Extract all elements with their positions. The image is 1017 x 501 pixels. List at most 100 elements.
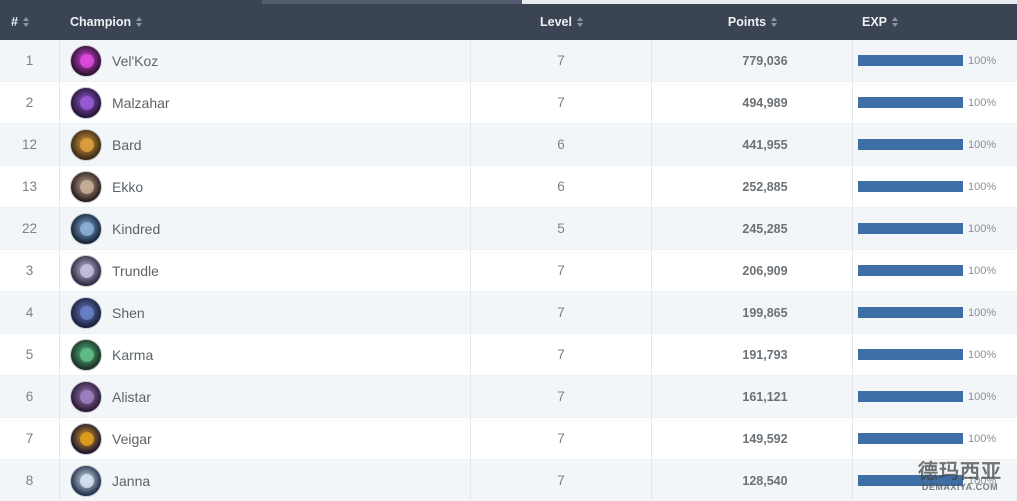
table-row[interactable]: 8 Janna 7 128,540 100% xyxy=(0,460,1017,501)
rank-cell: 22 xyxy=(0,208,60,249)
exp-progress-bar xyxy=(858,391,963,402)
exp-cell: 100% xyxy=(853,334,1017,375)
champion-name[interactable]: Kindred xyxy=(112,221,160,237)
rank-cell: 2 xyxy=(0,82,60,123)
exp-percent: 100% xyxy=(968,432,997,445)
champion-cell[interactable]: Malzahar xyxy=(60,82,471,123)
points-cell: 128,540 xyxy=(652,460,853,501)
table-row[interactable]: 7 Veigar 7 149,592 100% xyxy=(0,418,1017,460)
rank-cell: 5 xyxy=(0,334,60,375)
exp-percent: 100% xyxy=(968,306,997,319)
champion-name[interactable]: Janna xyxy=(112,473,150,489)
champion-name[interactable]: Bard xyxy=(112,137,142,153)
exp-progress-fill xyxy=(858,97,963,108)
exp-progress-fill xyxy=(858,391,963,402)
column-header-points[interactable]: Points xyxy=(652,4,853,40)
champion-name[interactable]: Karma xyxy=(112,347,153,363)
champion-mastery-table: # Champion Level Points EXP 1 Vel'Koz 7 … xyxy=(0,4,1017,501)
column-header-rank[interactable]: # xyxy=(0,4,60,40)
champion-name[interactable]: Veigar xyxy=(112,431,152,447)
exp-progress-fill xyxy=(858,265,963,276)
table-row[interactable]: 2 Malzahar 7 494,989 100% xyxy=(0,82,1017,124)
exp-progress-bar xyxy=(858,223,963,234)
exp-progress-bar xyxy=(858,181,963,192)
column-header-exp-label: EXP xyxy=(862,15,888,29)
sort-icon[interactable] xyxy=(136,17,143,27)
level-cell: 7 xyxy=(471,40,652,81)
champion-cell[interactable]: Janna xyxy=(60,460,471,501)
champion-avatar[interactable] xyxy=(70,212,102,245)
column-header-level[interactable]: Level xyxy=(471,4,652,40)
exp-progress-fill xyxy=(858,223,963,234)
champion-avatar[interactable] xyxy=(70,170,102,203)
champion-cell[interactable]: Karma xyxy=(60,334,471,375)
column-header-champion-label: Champion xyxy=(70,15,132,29)
avatar-glow xyxy=(80,137,94,152)
champion-avatar[interactable] xyxy=(70,86,102,119)
column-header-exp[interactable]: EXP xyxy=(853,4,1017,40)
exp-percent: 100% xyxy=(968,390,997,403)
champion-avatar[interactable] xyxy=(70,338,102,371)
watermark-title: 德玛西亚 xyxy=(918,459,1002,483)
champion-avatar[interactable] xyxy=(70,422,102,455)
champion-name[interactable]: Vel'Koz xyxy=(112,53,158,69)
champion-name[interactable]: Ekko xyxy=(112,179,143,195)
level-cell: 7 xyxy=(471,250,652,291)
table-row[interactable]: 1 Vel'Koz 7 779,036 100% xyxy=(0,40,1017,82)
champion-name[interactable]: Trundle xyxy=(112,263,159,279)
column-header-champion[interactable]: Champion xyxy=(60,4,471,40)
sort-icon[interactable] xyxy=(771,17,778,27)
level-cell: 7 xyxy=(471,292,652,333)
table-row[interactable]: 22 Kindred 5 245,285 100% xyxy=(0,208,1017,250)
champion-cell[interactable]: Trundle xyxy=(60,250,471,291)
champion-cell[interactable]: Alistar xyxy=(60,376,471,417)
champion-avatar[interactable] xyxy=(70,380,102,413)
points-cell: 206,909 xyxy=(652,250,853,291)
champion-avatar[interactable] xyxy=(70,296,102,329)
table-row[interactable]: 3 Trundle 7 206,909 100% xyxy=(0,250,1017,292)
avatar-glow xyxy=(80,347,94,362)
champion-avatar[interactable] xyxy=(70,44,102,77)
column-header-rank-label: # xyxy=(11,15,18,29)
rank-cell: 4 xyxy=(0,292,60,333)
sort-icon[interactable] xyxy=(892,17,899,27)
champion-name[interactable]: Shen xyxy=(112,305,145,321)
rank-cell: 8 xyxy=(0,460,60,501)
champion-name[interactable]: Alistar xyxy=(112,389,151,405)
table-row[interactable]: 13 Ekko 6 252,885 100% xyxy=(0,166,1017,208)
champion-cell[interactable]: Ekko xyxy=(60,166,471,207)
avatar-glow xyxy=(80,389,94,404)
points-cell: 199,865 xyxy=(652,292,853,333)
table-row[interactable]: 12 Bard 6 441,955 100% xyxy=(0,124,1017,166)
table-row[interactable]: 6 Alistar 7 161,121 100% xyxy=(0,376,1017,418)
champion-cell[interactable]: Shen xyxy=(60,292,471,333)
sort-icon[interactable] xyxy=(576,17,583,27)
champion-avatar[interactable] xyxy=(70,128,102,161)
exp-progress-bar xyxy=(858,307,963,318)
rank-cell: 3 xyxy=(0,250,60,291)
column-header-points-label: Points xyxy=(727,15,767,29)
champion-cell[interactable]: Veigar xyxy=(60,418,471,459)
exp-cell: 100% xyxy=(853,418,1017,459)
exp-progress-fill xyxy=(858,55,963,66)
points-cell: 245,285 xyxy=(652,208,853,249)
level-cell: 5 xyxy=(471,208,652,249)
exp-cell: 100% xyxy=(853,40,1017,81)
exp-percent: 100% xyxy=(968,54,997,67)
exp-progress-fill xyxy=(858,181,963,192)
table-row[interactable]: 4 Shen 7 199,865 100% xyxy=(0,292,1017,334)
champion-avatar[interactable] xyxy=(70,254,102,287)
champion-cell[interactable]: Vel'Koz xyxy=(60,40,471,81)
champion-avatar[interactable] xyxy=(70,464,102,497)
avatar-glow xyxy=(80,305,94,320)
champion-cell[interactable]: Kindred xyxy=(60,208,471,249)
level-cell: 7 xyxy=(471,460,652,501)
exp-progress-bar xyxy=(858,55,963,66)
avatar-glow xyxy=(80,263,94,278)
table-row[interactable]: 5 Karma 7 191,793 100% xyxy=(0,334,1017,376)
avatar-glow xyxy=(80,179,94,194)
champion-name[interactable]: Malzahar xyxy=(112,95,170,111)
sort-icon[interactable] xyxy=(22,17,29,27)
champion-cell[interactable]: Bard xyxy=(60,124,471,165)
points-cell: 191,793 xyxy=(652,334,853,375)
